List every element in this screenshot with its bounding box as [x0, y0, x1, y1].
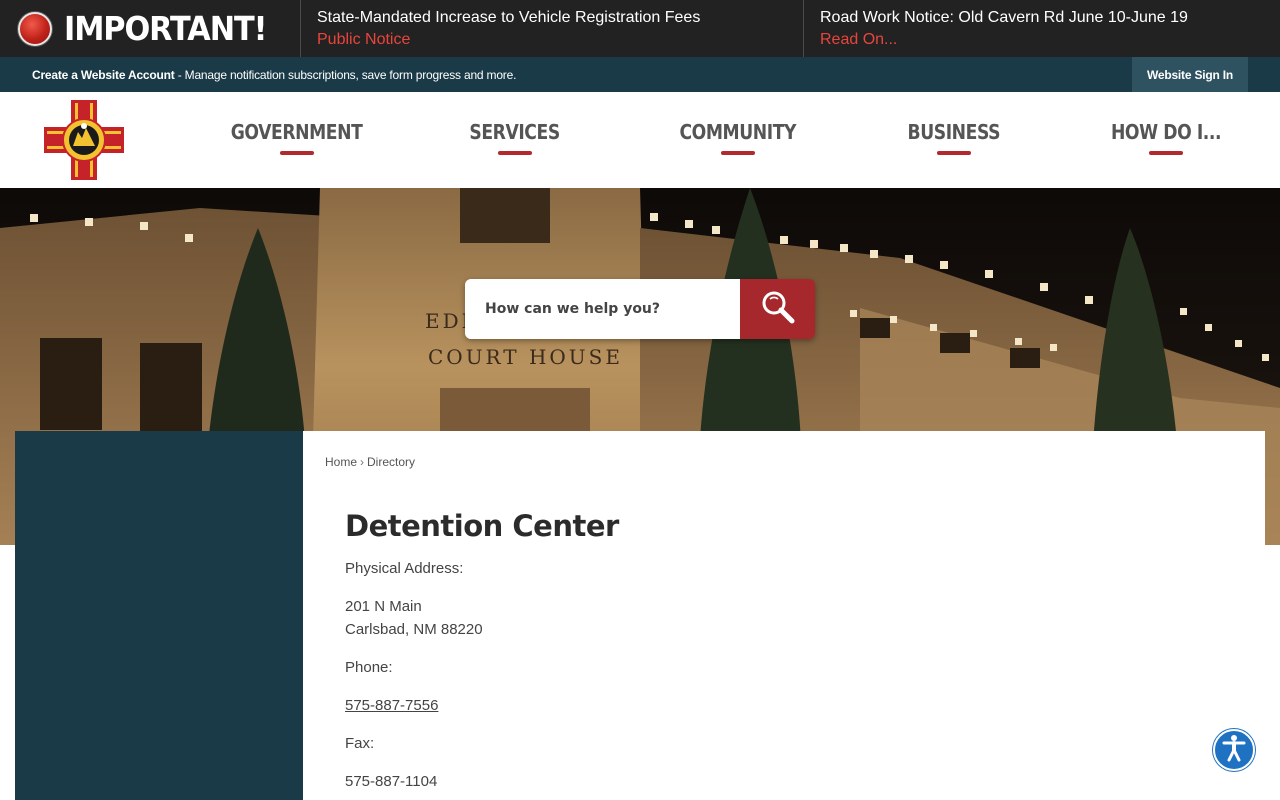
nav-underline [720, 151, 755, 155]
alert-dot-icon [18, 11, 52, 46]
county-seal-logo[interactable] [44, 100, 124, 180]
sidebar-panel [15, 431, 303, 800]
breadcrumb: Home › Directory [325, 455, 415, 469]
breadcrumb-separator: › [360, 455, 365, 469]
nav-underline [497, 151, 532, 155]
search-input[interactable] [465, 279, 740, 339]
nav-government[interactable]: GOVERNMENT [220, 120, 373, 160]
nav-community[interactable]: COMMUNITY [670, 120, 806, 160]
nav-label[interactable]: BUSINESS [908, 120, 1001, 144]
nav-label[interactable]: GOVERNMENT [231, 120, 363, 144]
site-header: GOVERNMENT SERVICES COMMUNITY BUSINESS H… [0, 92, 1280, 188]
alert-item-subtitle[interactable]: Read On... [820, 29, 1264, 51]
fax-label: Fax: [345, 735, 375, 752]
account-description: - Manage notification subscriptions, sav… [174, 67, 517, 82]
alert-item-registration-fees[interactable]: State-Mandated Increase to Vehicle Regis… [301, 0, 804, 57]
alert-title: IMPORTANT! [64, 9, 267, 48]
website-sign-in-button[interactable]: Website Sign In [1132, 57, 1248, 92]
address-line1: 201 N Main [345, 598, 422, 615]
search-icon [761, 290, 795, 329]
nav-business[interactable]: BUSINESS [900, 120, 1008, 160]
nav-services[interactable]: SERVICES [462, 120, 567, 160]
account-bar: Create a Website Account - Manage notifi… [0, 57, 1280, 92]
nav-underline [1149, 151, 1184, 155]
account-message: Create a Website Account - Manage notifi… [32, 68, 516, 82]
alert-item-subtitle[interactable]: Public Notice [317, 29, 787, 51]
hero-sign-line2: COURT HOUSE [428, 345, 623, 369]
phone-label: Phone: [345, 659, 393, 676]
site-search [465, 279, 815, 339]
nav-how-do-i[interactable]: HOW DO I... [1102, 120, 1230, 160]
alert-bar: IMPORTANT! State-Mandated Increase to Ve… [0, 0, 1280, 57]
create-account-link[interactable]: Create a Website Account [32, 68, 175, 82]
accessibility-icon [1219, 733, 1249, 768]
nav-label[interactable]: SERVICES [469, 120, 560, 144]
alert-item-road-work[interactable]: Road Work Notice: Old Cavern Rd June 10-… [804, 0, 1280, 57]
nav-label[interactable]: HOW DO I... [1111, 120, 1222, 144]
alert-item-title[interactable]: State-Mandated Increase to Vehicle Regis… [317, 7, 787, 29]
page-title: Detention Center [345, 509, 619, 543]
main-content: Home › Directory Detention Center Physical… [303, 431, 1265, 800]
alert-label: IMPORTANT! [0, 0, 301, 57]
nav-label[interactable]: COMMUNITY [679, 120, 796, 144]
phone-number-wrapper: 575-887-7556 [345, 694, 438, 717]
nav-underline [936, 151, 971, 155]
address-label: Physical Address: [345, 560, 464, 577]
accessibility-button[interactable] [1213, 729, 1255, 771]
breadcrumb-directory-link[interactable]: Directory [367, 455, 415, 469]
address-line2: Carlsbad, NM 88220 [345, 621, 483, 638]
search-button[interactable] [740, 279, 815, 339]
phone-number-link[interactable]: 575-887-7556 [345, 697, 438, 714]
fax-number: 575-887-1104 [345, 773, 438, 790]
alert-item-title[interactable]: Road Work Notice: Old Cavern Rd June 10-… [820, 7, 1264, 29]
nav-underline [279, 151, 314, 155]
breadcrumb-home-link[interactable]: Home [325, 455, 357, 469]
